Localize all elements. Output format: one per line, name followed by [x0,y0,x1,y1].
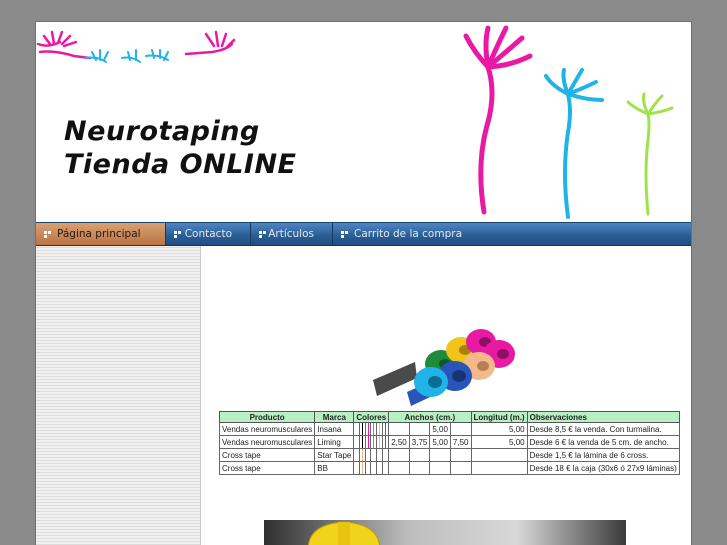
nav-item-articles[interactable]: Artículos [251,223,333,245]
cell-ancho [388,448,410,462]
cell-observaciones: Desde 6 € la venda de 5 cm. de ancho. [526,435,680,449]
cell-ancho [408,448,431,462]
color-swatch-fill [385,436,387,448]
table-row: Cross tape Star Tape Desde 1,5 € la lámina… [218,448,680,462]
nav-item-contact[interactable]: Contacto [166,223,251,245]
bullet-icon [44,230,51,238]
helmet-icon [307,521,381,545]
cell-producto: Cross tape [218,448,316,462]
nav-item-label: Página principal [57,228,141,240]
cell-ancho: 5,00 [429,435,451,449]
cell-ancho [429,448,451,462]
cell-longitud [470,461,528,475]
cell-ancho: 3,75 [408,435,431,449]
color-swatch-fill [361,462,363,474]
main-nav: Página principal Contacto Artículos Carr… [36,222,691,246]
cell-ancho: 2,50 [388,435,410,449]
cell-observaciones: Desde 8,5 € la venda. Con turmalina. [526,422,680,436]
cell-ancho: 7,50 [449,435,472,449]
cell-producto: Vendas neuromusculares [218,435,316,449]
cell-ancho [449,461,472,475]
cell-marca: BB [314,461,355,475]
cell-producto: Vendas neuromusculares [218,422,316,436]
cell-observaciones: Desde 18 € la caja (30x6 ó 27x9 láminas) [526,461,680,475]
cell-marca: Liming [314,435,355,449]
header-marca: Marca [314,411,355,423]
color-swatch-fill [367,423,369,435]
cell-longitud [470,448,528,462]
page-container: Neurotaping Tienda ONLINE Página princip… [36,22,691,545]
color-swatch-fill [361,436,363,448]
color-swatch-fill [379,436,381,448]
color-swatch-fill [367,436,369,448]
cell-ancho [449,422,472,436]
cell-ancho [388,461,410,475]
cell-producto: Cross tape [218,461,316,475]
cell-marca: Star Tape [314,448,355,462]
table-row: Cross tape BB Desde 18 € la caja (30x6 ó 2… [218,461,680,475]
title-line-1: Neurotaping [64,116,260,147]
table-body: Vendas neuromusculares Insana 5,00 5,00 Desd… [218,422,680,475]
nav-item-label: Artículos [268,228,314,240]
header-anchos: Anchos (cm.) [388,411,472,423]
cell-ancho [429,461,451,475]
cell-ancho [408,422,431,436]
site-title: Neurotaping Tienda ONLINE [64,115,297,181]
cell-ancho [408,461,431,475]
cell-observaciones: Desde 1,5 € la lámina de 6 cross. [526,448,680,462]
color-swatch-fill [373,423,375,435]
cell-longitud: 5,00 [470,435,528,449]
tape-rolls-image [373,329,515,406]
header-observaciones: Observaciones [526,411,680,423]
color-swatch-fill [361,423,363,435]
bullet-icon [259,230,263,238]
color-swatch-fill [385,423,387,435]
construction-worker-helmet-image [264,520,626,545]
header-longitud: Longitud (m.) [470,411,528,423]
main-content: Producto Marca Colores Anchos (cm.) Long… [201,246,691,545]
nav-item-label: Contacto [184,228,232,240]
bullet-icon [174,230,179,238]
table-header-row: Producto Marca Colores Anchos (cm.) Long… [218,411,680,423]
cell-ancho [388,422,410,436]
header-banner: Neurotaping Tienda ONLINE [36,22,691,222]
header-colores: Colores [353,411,390,423]
sidebar [36,246,201,545]
nav-item-label: Carrito de la compra [354,228,463,240]
color-swatch-fill [379,423,381,435]
cell-marca: Insana [314,422,355,436]
nav-item-cart[interactable]: Carrito de la compra [333,223,480,245]
nav-item-home[interactable]: Página principal [36,223,166,245]
products-table: Producto Marca Colores Anchos (cm.) Long… [218,411,680,475]
title-line-2: Tienda ONLINE [64,149,297,180]
color-swatch-fill [361,449,363,461]
header-producto: Producto [218,411,316,423]
bullet-icon [341,230,348,238]
color-swatch-fill [373,436,375,448]
table-row: Vendas neuromusculares Insana 5,00 5,00 Desd… [218,422,680,436]
cell-longitud: 5,00 [470,422,528,436]
table-row: Vendas neuromusculares Liming 2,50 3,75 5,00… [218,435,680,449]
cell-ancho [449,448,472,462]
cell-ancho: 5,00 [429,422,451,436]
